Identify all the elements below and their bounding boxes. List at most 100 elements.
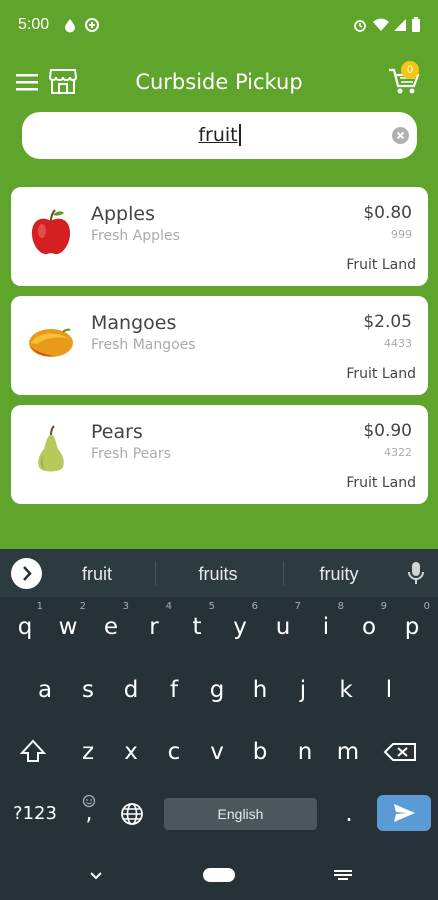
key-label: p <box>404 614 420 640</box>
product-name: Pears <box>91 421 143 443</box>
home-pill[interactable] <box>203 868 235 882</box>
key-a[interactable]: a <box>25 668 65 712</box>
suggestion-2[interactable]: fruits <box>158 564 278 585</box>
signal-icon <box>394 19 406 31</box>
product-sku: 4322 <box>384 446 412 459</box>
key-l[interactable]: l <box>369 668 409 712</box>
navigation-bar <box>0 852 438 900</box>
key-hint: 6 <box>251 601 258 612</box>
key-label: i <box>322 614 330 640</box>
key-e[interactable]: e3 <box>91 601 131 649</box>
key-x[interactable]: x <box>111 730 151 774</box>
product-description: Fresh Mangoes <box>91 337 196 353</box>
key-label: y <box>233 614 247 640</box>
apple-image <box>31 209 71 255</box>
key-j[interactable]: j <box>283 668 323 712</box>
product-description: Fresh Pears <box>91 446 171 462</box>
key-o[interactable]: o9 <box>349 601 389 649</box>
key-label: u <box>275 614 291 640</box>
key-m[interactable]: m <box>328 730 368 774</box>
key-hint: 4 <box>165 601 172 612</box>
comma-key[interactable]: , <box>69 792 109 836</box>
product-price: $0.90 <box>363 421 412 441</box>
suggestion-1[interactable]: fruit <box>37 564 157 585</box>
product-name: Apples <box>91 203 155 225</box>
data-saver-icon <box>85 18 99 32</box>
key-label: t <box>192 614 202 640</box>
key-q[interactable]: q1 <box>5 601 45 649</box>
product-card-mangoes[interactable]: Mangoes Fresh Mangoes $2.05 4433 Fruit L… <box>11 296 428 395</box>
product-vendor: Fruit Land <box>346 257 416 273</box>
symbols-key[interactable]: ?123 <box>8 792 62 836</box>
key-b[interactable]: b <box>240 730 280 774</box>
status-time: 5:00 <box>18 16 50 33</box>
product-description: Fresh Apples <box>91 228 180 244</box>
microphone-icon[interactable] <box>406 561 426 585</box>
product-sku: 4433 <box>384 337 412 350</box>
key-label: o <box>361 614 377 640</box>
key-c[interactable]: c <box>154 730 194 774</box>
product-sku: 999 <box>391 228 412 241</box>
hide-keyboard-chevron-icon[interactable] <box>88 870 104 882</box>
cart-count-badge: 0 <box>401 61 419 79</box>
key-y[interactable]: y6 <box>220 601 260 649</box>
key-f[interactable]: f <box>154 668 194 712</box>
key-n[interactable]: n <box>285 730 325 774</box>
shift-key[interactable] <box>13 730 53 774</box>
key-hint: 0 <box>423 601 430 612</box>
page-title: Curbside Pickup <box>135 70 303 94</box>
search-input[interactable]: fruit <box>198 124 241 146</box>
key-label: w <box>58 614 78 640</box>
key-hint: 7 <box>294 601 301 612</box>
key-hint: 5 <box>208 601 215 612</box>
key-hint: 9 <box>380 601 387 612</box>
drop-icon <box>65 19 75 33</box>
product-name: Mangoes <box>91 312 177 334</box>
clear-search-icon[interactable] <box>392 127 409 144</box>
emoji-icon <box>82 794 96 808</box>
key-p[interactable]: p0 <box>392 601 432 649</box>
key-hint: 1 <box>36 601 43 612</box>
key-g[interactable]: g <box>197 668 237 712</box>
keyboard-switch-icon[interactable] <box>333 868 353 882</box>
suggestion-3[interactable]: fruity <box>279 564 399 585</box>
key-hint: 2 <box>79 601 86 612</box>
divider <box>155 561 156 585</box>
product-price: $2.05 <box>363 312 412 332</box>
suggestion-strip: fruit fruits fruity <box>0 549 438 597</box>
battery-icon <box>412 17 420 32</box>
app-bar: Curbside Pickup <box>0 52 438 112</box>
mango-image <box>29 328 73 357</box>
send-icon <box>394 804 415 822</box>
space-key[interactable]: English <box>164 798 317 830</box>
period-key[interactable]: . <box>329 792 369 836</box>
key-i[interactable]: i8 <box>306 601 346 649</box>
shift-icon <box>19 739 47 762</box>
product-card-pears[interactable]: Pears Fresh Pears $0.90 4322 Fruit Land <box>11 405 428 504</box>
product-vendor: Fruit Land <box>346 366 416 382</box>
soft-keyboard: fruit fruits fruity q1 w2 e3 r4 t5 y6 u7… <box>0 549 438 900</box>
product-card-apples[interactable]: Apples Fresh Apples $0.80 999 Fruit Land <box>11 187 428 286</box>
wifi-icon <box>373 18 389 31</box>
pear-image <box>38 425 64 472</box>
key-label: q <box>17 614 33 640</box>
key-r[interactable]: r4 <box>134 601 174 649</box>
search-field[interactable]: fruit <box>22 112 417 159</box>
key-s[interactable]: s <box>68 668 108 712</box>
key-k[interactable]: k <box>326 668 366 712</box>
key-d[interactable]: d <box>111 668 151 712</box>
key-h[interactable]: h <box>240 668 280 712</box>
alarm-icon <box>354 20 366 32</box>
language-key[interactable] <box>112 792 152 836</box>
key-u[interactable]: u7 <box>263 601 303 649</box>
backspace-icon <box>383 743 416 761</box>
status-bar: 5:00 <box>0 0 438 52</box>
key-z[interactable]: z <box>68 730 108 774</box>
key-w[interactable]: w2 <box>48 601 88 649</box>
send-key[interactable] <box>377 795 431 831</box>
backspace-key[interactable] <box>381 730 421 774</box>
key-v[interactable]: v <box>197 730 237 774</box>
key-t[interactable]: t5 <box>177 601 217 649</box>
product-vendor: Fruit Land <box>346 475 416 491</box>
key-label: e <box>103 614 119 640</box>
